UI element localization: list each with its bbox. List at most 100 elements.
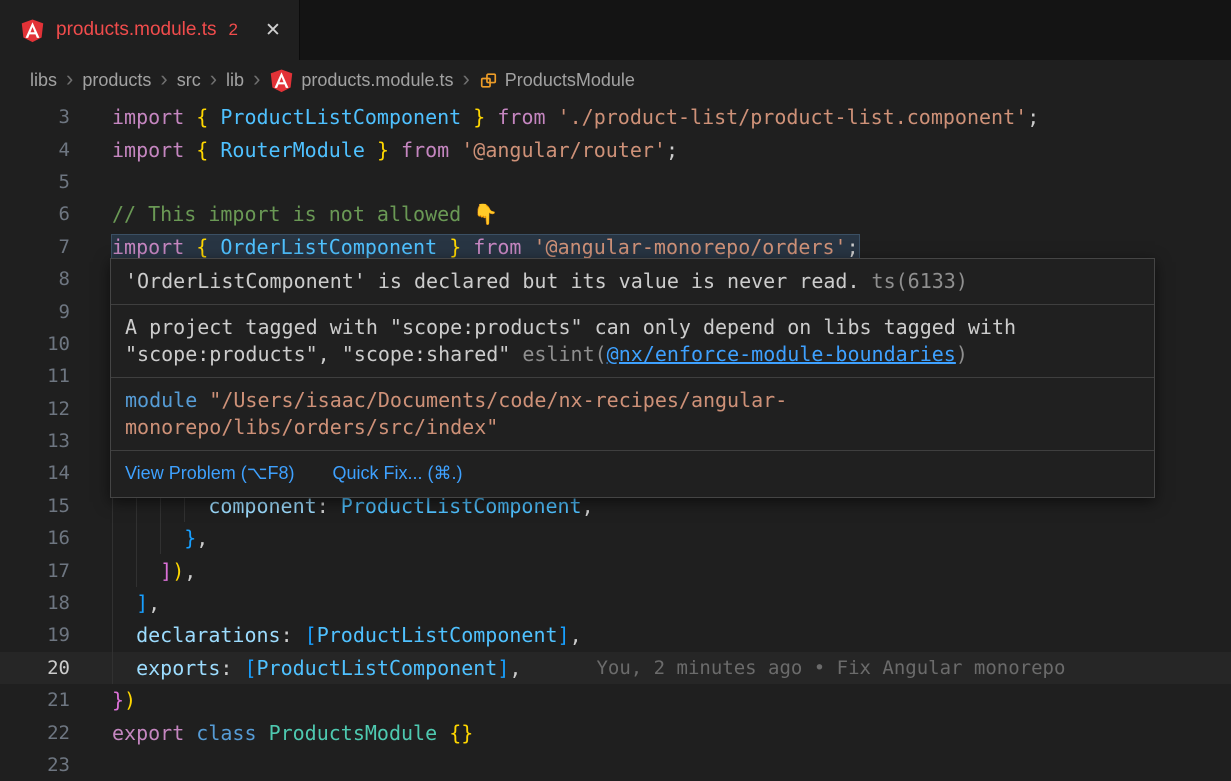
code-line[interactable]: 18], [0, 587, 1231, 619]
token [521, 235, 533, 259]
token [208, 138, 220, 162]
breadcrumb-label: lib [226, 70, 244, 91]
indent-guide [136, 554, 160, 586]
code-line[interactable]: 16}, [0, 522, 1231, 554]
token [184, 235, 196, 259]
line-number[interactable]: 14 [0, 462, 70, 484]
breadcrumb-item-libs[interactable]: libs [30, 70, 57, 91]
token [449, 138, 461, 162]
token: '@angular/router' [461, 138, 666, 162]
code-text: declarations: [ProductListComponent], [112, 619, 582, 651]
code-line[interactable]: 4 import { RouterModule } from '@angular/… [0, 133, 1231, 165]
token [184, 105, 196, 129]
token [546, 105, 558, 129]
token: ] [558, 623, 570, 647]
hover-text: ts(6133) [860, 269, 968, 293]
code-line[interactable]: 21}) [0, 684, 1231, 716]
breadcrumb-label: src [177, 70, 201, 91]
line-number[interactable]: 7 [0, 236, 70, 258]
code-text: import { RouterModule } from '@angular/r… [112, 133, 678, 165]
breadcrumb-label: ProductsModule [505, 70, 635, 91]
indent-guide [112, 554, 136, 586]
quick-fix-action[interactable]: Quick Fix... (⌘.) [332, 460, 462, 487]
token: // This import is not allowed 👇 [112, 202, 498, 226]
line-number[interactable]: 18 [0, 592, 70, 614]
token: , [509, 656, 521, 680]
breadcrumb-item-productsmodule[interactable]: ProductsModule [479, 70, 635, 91]
hover-diagnostic-message: 'OrderListComponent' is declared but its… [111, 259, 1154, 305]
code-line[interactable]: 19 declarations: [ProductListComponent], [0, 619, 1231, 651]
token: [ [244, 656, 256, 680]
chevron-right-icon: › [66, 68, 73, 90]
line-number[interactable]: 10 [0, 333, 70, 355]
line-number[interactable]: 11 [0, 365, 70, 387]
hover-text: ) [956, 342, 968, 366]
line-number[interactable]: 22 [0, 722, 70, 744]
token: from [497, 105, 545, 129]
token: ; [666, 138, 678, 162]
error-squiggle-highlight: import { OrderListComponent } from '@ang… [112, 235, 859, 259]
line-number[interactable]: 23 [0, 754, 70, 776]
token: import [112, 105, 184, 129]
breadcrumb-label: products.module.ts [301, 70, 453, 91]
token: { [196, 138, 208, 162]
breadcrumb-item-src[interactable]: src [177, 70, 201, 91]
line-number[interactable]: 19 [0, 624, 70, 646]
token [365, 138, 377, 162]
token: , [570, 623, 582, 647]
breadcrumb-item-products-module-ts[interactable]: products.module.ts [269, 68, 453, 93]
token: , [148, 591, 160, 615]
token: ; [1027, 105, 1039, 129]
code-text: ], [112, 587, 160, 619]
view-problem-action[interactable]: View Problem (⌥F8) [125, 460, 294, 487]
editor[interactable]: 3import { ProductListComponent } from '.… [0, 101, 1231, 780]
line-number[interactable]: 6 [0, 203, 70, 225]
token: ; [847, 235, 859, 259]
code-line[interactable]: 5 [0, 166, 1231, 198]
token [461, 235, 473, 259]
line-number[interactable]: 4 [0, 139, 70, 161]
line-number[interactable]: 8 [0, 268, 70, 290]
code-line[interactable]: 3import { ProductListComponent } from '.… [0, 101, 1231, 133]
line-number[interactable]: 12 [0, 398, 70, 420]
angular-icon [269, 68, 294, 93]
token: OrderListComponent [220, 235, 437, 259]
token: ProductListComponent [220, 105, 461, 129]
indent-guide [112, 652, 136, 684]
breadcrumb-item-lib[interactable]: lib [226, 70, 244, 91]
code-text: export class ProductsModule {} [112, 716, 473, 748]
line-number[interactable]: 17 [0, 560, 70, 582]
code-line[interactable]: 6 // This import is not allowed 👇 [0, 198, 1231, 230]
token: } [377, 138, 389, 162]
eslint-rule-link[interactable]: @nx/enforce-module-boundaries [607, 342, 956, 366]
hover-diagnostics: 'OrderListComponent' is declared but its… [111, 259, 1154, 451]
token [208, 235, 220, 259]
code-text: exports: [ProductListComponent],You, 2 m… [112, 652, 1065, 684]
hover-widget: 'OrderListComponent' is declared but its… [110, 258, 1155, 498]
line-number[interactable]: 5 [0, 171, 70, 193]
tab-problems-badge: 2 [229, 20, 238, 40]
line-number[interactable]: 9 [0, 301, 70, 323]
token: ] [497, 656, 509, 680]
breadcrumb-item-products[interactable]: products [82, 70, 151, 91]
code-line[interactable]: 20 exports: [ProductListComponent],You, 2… [0, 652, 1231, 684]
line-number[interactable]: 20 [0, 657, 70, 679]
line-number[interactable]: 21 [0, 689, 70, 711]
line-number[interactable]: 3 [0, 106, 70, 128]
code-line[interactable]: 17]), [0, 554, 1231, 586]
token: import [112, 138, 184, 162]
chevron-right-icon: › [160, 68, 167, 90]
tab-products-module[interactable]: products.module.ts 2 ✕ [0, 0, 300, 60]
token: } [473, 105, 485, 129]
close-icon[interactable]: ✕ [265, 19, 281, 42]
code-text: }) [112, 684, 136, 716]
code-line[interactable]: 23 [0, 749, 1231, 781]
line-number[interactable]: 15 [0, 495, 70, 517]
code-line[interactable]: 22 export class ProductsModule {} [0, 716, 1231, 748]
code-text: }, [112, 522, 208, 554]
line-number[interactable]: 16 [0, 527, 70, 549]
code-text: ]), [112, 554, 196, 586]
line-number[interactable]: 13 [0, 430, 70, 452]
token: exports [136, 656, 220, 680]
token: } [449, 235, 461, 259]
